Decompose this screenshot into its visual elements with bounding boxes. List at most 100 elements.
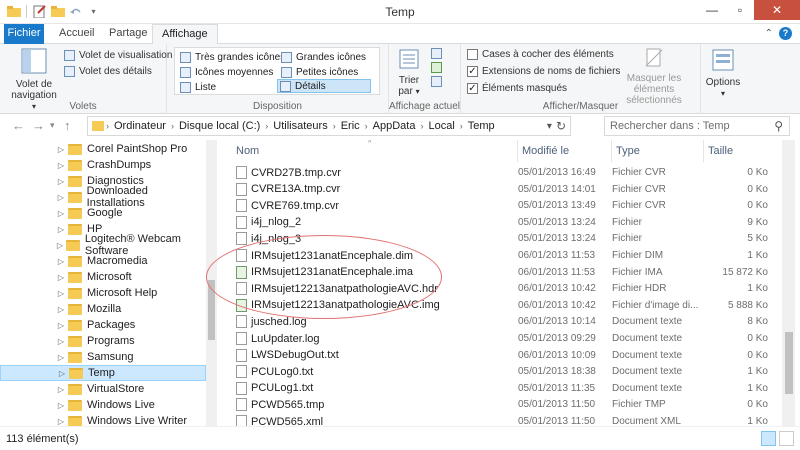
file-row[interactable]: PCULog1.txt 05/01/2013 11:35 Document text… [232,380,782,397]
crumb-appdata[interactable]: AppData [370,120,419,132]
file-row[interactable]: IRMsujet1231anatEncephale.dim 06/01/2013 … [232,247,782,264]
tree-item[interactable]: ▷ CrashDumps [0,157,206,173]
expand-arrow-icon[interactable]: ▷ [54,353,68,362]
expand-arrow-icon[interactable]: ▷ [54,161,68,170]
column-header-size[interactable]: Taille [704,140,782,162]
file-row[interactable]: CVRE13A.tmp.cvr 05/01/2013 14:01 Fichier C… [232,181,782,198]
expand-arrow-icon[interactable]: ▷ [54,305,68,314]
crumb-separator[interactable]: › [363,121,370,131]
tree-scrollbar-thumb[interactable] [208,280,215,340]
close-button[interactable]: ✕ [754,0,800,20]
tab-partage[interactable]: Partage [100,24,157,44]
tree-item[interactable]: ▷ Programs [0,333,206,349]
crumb-separator[interactable]: › [418,121,425,131]
file-row[interactable]: CVRD27B.tmp.cvr 05/01/2013 16:49 Fichier C… [232,164,782,181]
crumb-separator[interactable]: › [263,121,270,131]
expand-arrow-icon[interactable]: ▷ [54,209,68,218]
layout-list[interactable]: Liste [178,80,218,94]
tree-item[interactable]: ▷ VirtualStore [0,381,206,397]
layout-small-icons[interactable]: Petites icônes [279,65,360,79]
crumb-separator[interactable]: › [458,121,465,131]
tree-item[interactable]: ▷ Packages [0,317,206,333]
collapse-ribbon-icon[interactable]: ⌃ [765,28,773,39]
tree-item[interactable]: ▷ Downloaded Installations [0,185,206,209]
file-row[interactable]: PCWD565.xml 05/01/2013 11:50 Document XML 1… [232,413,782,426]
file-row[interactable]: i4j_nlog_3 05/01/2013 13:24 Fichier 5 Ko [232,230,782,247]
expand-arrow-icon[interactable]: ▷ [54,241,66,250]
crumb-utilisateurs[interactable]: Utilisateurs [270,120,330,132]
search-icon[interactable]: ⚲ [774,119,783,133]
tree-item[interactable]: ▷ Logitech® Webcam Software [0,233,206,257]
crumb-disque[interactable]: Disque local (C:) [176,120,263,132]
layout-medium-icons[interactable]: Icônes moyennes [178,65,275,79]
file-row[interactable]: CVRE769.tmp.cvr 05/01/2013 13:49 Fichier C… [232,197,782,214]
group-by-icon[interactable] [431,48,442,59]
item-checkboxes-checkbox[interactable] [467,48,478,60]
help-icon[interactable]: ? [779,27,792,40]
maximize-button[interactable]: ▫ [726,0,754,20]
hidden-items-checkbox[interactable]: ✓ [467,82,478,94]
crumb-separator[interactable]: › [331,121,338,131]
tree-item[interactable]: ▷ Google [0,205,206,221]
expand-arrow-icon[interactable]: ▷ [55,369,69,378]
crumb-ordinateur[interactable]: Ordinateur [111,120,169,132]
expand-arrow-icon[interactable]: ▷ [54,225,68,234]
fit-columns-icon[interactable] [431,76,442,87]
back-button[interactable]: ← [12,118,25,133]
expand-arrow-icon[interactable]: ▷ [54,417,68,426]
expand-arrow-icon[interactable]: ▷ [54,337,68,346]
tree-item[interactable]: ▷ Microsoft [0,269,206,285]
tab-accueil[interactable]: Accueil [50,24,103,44]
file-row[interactable]: IRMsujet12213anatpathologieAVC.hdr 06/01/… [232,280,782,297]
file-row[interactable]: PCULog0.txt 05/01/2013 18:38 Document text… [232,363,782,380]
forward-button[interactable]: → [32,118,45,133]
file-row[interactable]: PCWD565.tmp 05/01/2013 11:50 Fichier TMP 0 … [232,396,782,413]
layout-large-icons[interactable]: Grandes icônes [279,50,368,64]
tree-item[interactable]: ▷ Macromedia [0,253,206,269]
details-pane-button[interactable]: Volet des détails [64,64,152,78]
expand-arrow-icon[interactable]: ▷ [54,177,68,186]
search-input[interactable] [605,120,765,132]
column-header-name[interactable]: Nom [232,140,518,162]
recent-dropdown-icon[interactable]: ▾ [50,120,55,131]
hidden-items-option[interactable]: ✓ Éléments masqués [467,81,567,95]
address-dropdown-icon[interactable]: ▾ [547,121,552,132]
minimize-button[interactable]: — [698,0,726,20]
file-row[interactable]: i4j_nlog_2 05/01/2013 13:24 Fichier 9 Ko [232,214,782,231]
file-extensions-option[interactable]: ✓ Extensions de noms de fichiers [467,64,620,78]
tree-item[interactable]: ▷ Corel PaintShop Pro [0,141,206,157]
file-extensions-checkbox[interactable]: ✓ [467,65,478,77]
options-button[interactable]: Options ▾ [704,48,742,99]
expand-arrow-icon[interactable]: ▷ [54,289,68,298]
crumb-temp[interactable]: Temp [465,120,498,132]
refresh-icon[interactable]: ↻ [556,119,566,133]
file-list-scrollbar-thumb[interactable] [785,332,793,394]
file-row[interactable]: LWSDebugOut.txt 06/01/2013 10:09 Document … [232,347,782,364]
tree-item[interactable]: ▷ Windows Live Writer [0,413,206,426]
file-list-scrollbar[interactable] [782,140,795,426]
crumb-eric[interactable]: Eric [338,120,363,132]
hide-selected-button[interactable]: Masquer les éléments sélectionnés [609,48,699,106]
crumb-local[interactable]: Local [425,120,457,132]
tree-item[interactable]: ▷ Windows Live [0,397,206,413]
expand-arrow-icon[interactable]: ▷ [54,401,68,410]
expand-arrow-icon[interactable]: ▷ [54,321,68,330]
expand-arrow-icon[interactable]: ▷ [54,273,68,282]
tab-affichage[interactable]: Affichage [152,24,218,45]
preview-pane-button[interactable]: Volet de visualisation [64,48,172,62]
column-header-modified[interactable]: Modifié le [518,140,612,162]
tree-item[interactable]: ▷ Temp [0,365,206,381]
layout-extra-large-icons[interactable]: Très grandes icônes [178,50,287,64]
add-columns-icon[interactable] [431,62,442,73]
tree-item[interactable]: ▷ Microsoft Help [0,285,206,301]
address-bar[interactable]: › Ordinateur › Disque local (C:) › Utili… [87,116,571,136]
tree-item[interactable]: ▷ Samsung [0,349,206,365]
crumb-separator[interactable]: › [169,121,176,131]
large-icons-view-icon[interactable] [779,431,794,446]
tree-item[interactable]: ▷ Mozilla [0,301,206,317]
file-row[interactable]: IRMsujet1231anatEncephale.ima 06/01/2013 … [232,264,782,281]
expand-arrow-icon[interactable]: ▷ [54,385,68,394]
details-view-icon[interactable] [761,431,776,446]
file-row[interactable]: jusched.log 06/01/2013 10:14 Document text… [232,313,782,330]
expand-arrow-icon[interactable]: ▷ [54,145,68,154]
